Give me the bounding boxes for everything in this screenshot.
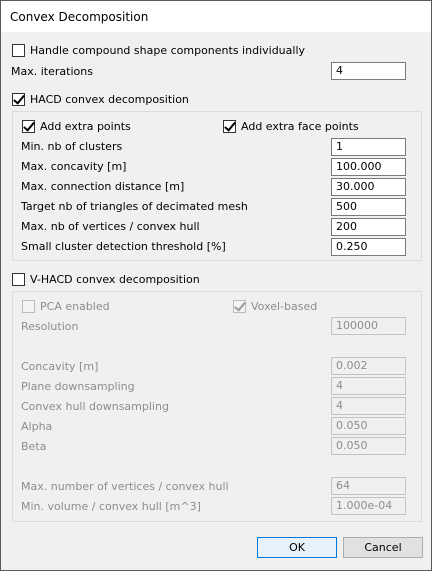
max-vertices-input[interactable]: 64 <box>331 477 406 495</box>
add-extra-face-points-label: Add extra face points <box>241 120 359 133</box>
compound-label: Handle compound shape components individ… <box>30 44 306 57</box>
min-clusters-label: Min. nb of clusters <box>21 140 123 153</box>
add-extra-points-checkbox[interactable] <box>22 120 35 133</box>
add-extra-face-points-checkbox[interactable] <box>223 120 236 133</box>
max-iterations-input[interactable]: 4 <box>331 62 406 80</box>
title-bar: Convex Decomposition <box>1 1 431 32</box>
target-triangles-input[interactable]: 500 <box>331 198 406 216</box>
pca-checkbox[interactable] <box>22 300 35 313</box>
max-connection-distance-label: Max. connection distance [m] <box>21 180 185 193</box>
concavity-input[interactable]: 0.002 <box>331 357 406 375</box>
alpha-input[interactable]: 0.050 <box>331 417 406 435</box>
vhacd-label: V-HACD convex decomposition <box>30 273 200 286</box>
alpha-label: Alpha <box>21 420 53 433</box>
ok-button[interactable]: OK <box>257 537 337 558</box>
min-volume-input[interactable]: 1.000e-04 <box>331 497 406 515</box>
small-cluster-threshold-label: Small cluster detection threshold [%] <box>21 240 226 253</box>
window-title: Convex Decomposition <box>10 10 149 24</box>
min-clusters-input[interactable]: 1 <box>331 138 406 156</box>
max-vertices-hull-label: Max. nb of vertices / convex hull <box>21 220 200 233</box>
max-connection-distance-input[interactable]: 30.000 <box>331 178 406 196</box>
min-volume-label: Min. volume / convex hull [m^3] <box>21 500 201 513</box>
max-concavity-input[interactable]: 100.000 <box>331 158 406 176</box>
target-triangles-label: Target nb of triangles of decimated mesh <box>21 200 248 213</box>
add-extra-points-label: Add extra points <box>40 120 131 133</box>
hull-downsampling-label: Convex hull downsampling <box>21 400 169 413</box>
cancel-button[interactable]: Cancel <box>343 537 423 558</box>
concavity-label: Concavity [m] <box>21 360 99 373</box>
max-iterations-label: Max. iterations <box>11 65 93 78</box>
plane-downsampling-label: Plane downsampling <box>21 380 135 393</box>
hacd-label: HACD convex decomposition <box>30 93 189 106</box>
voxel-checkbox[interactable] <box>233 300 246 313</box>
resolution-label: Resolution <box>21 320 79 333</box>
hull-downsampling-input[interactable]: 4 <box>331 397 406 415</box>
beta-label: Beta <box>21 440 47 453</box>
convex-decomposition-dialog: Convex Decomposition Handle compound sha… <box>0 0 432 571</box>
max-vertices-hull-input[interactable]: 200 <box>331 218 406 236</box>
plane-downsampling-input[interactable]: 4 <box>331 377 406 395</box>
beta-input[interactable]: 0.050 <box>331 437 406 455</box>
max-vertices-label: Max. number of vertices / convex hull <box>21 480 229 493</box>
vhacd-checkbox[interactable] <box>12 273 25 286</box>
resolution-input[interactable]: 100000 <box>331 317 406 335</box>
compound-checkbox[interactable] <box>12 44 25 57</box>
small-cluster-threshold-input[interactable]: 0.250 <box>331 238 406 256</box>
hacd-checkbox[interactable] <box>12 93 25 106</box>
voxel-label: Voxel-based <box>251 300 318 313</box>
pca-label: PCA enabled <box>40 300 110 313</box>
max-concavity-label: Max. concavity [m] <box>21 160 127 173</box>
